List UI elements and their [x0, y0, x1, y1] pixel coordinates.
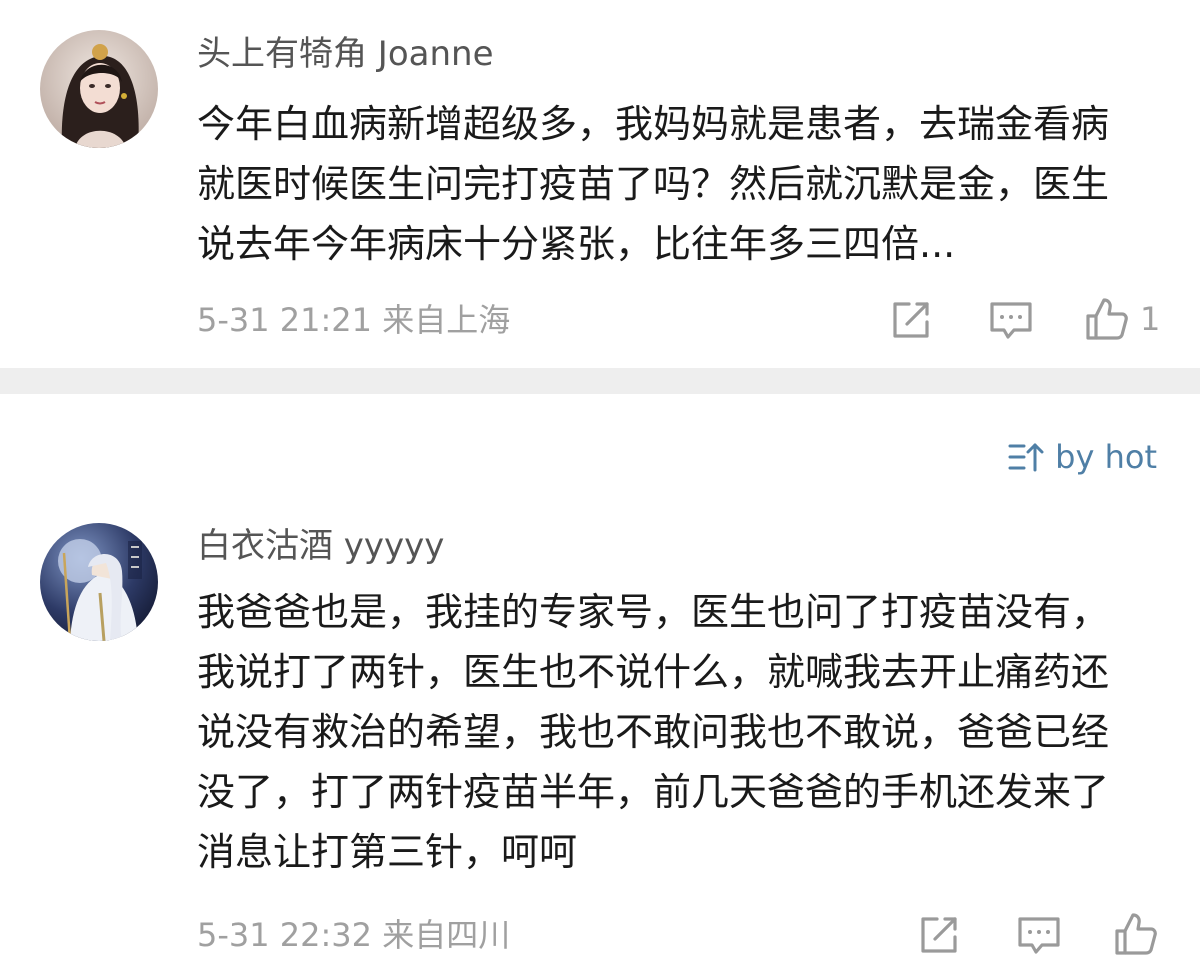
thumbs-up-icon [1084, 296, 1130, 342]
username[interactable]: 白衣沽酒 yyyyy [197, 524, 444, 568]
comment-text-line: 说去年今年病床十分紧张，比往年多三四倍... [197, 222, 956, 266]
location: 来自四川 [382, 916, 511, 954]
avatar[interactable] [40, 523, 158, 641]
thumbs-up-icon [1113, 911, 1159, 957]
like-button[interactable] [1113, 911, 1159, 957]
comment-meta: 5-31 22:32 来自四川 [197, 915, 510, 955]
comment-text-line: 说没有救治的希望，我也不敢问我也不敢说，爸爸已经 [197, 710, 1110, 754]
comment-text-line: 就医时候医生问完打疫苗了吗？然后就沉默是金，医生 [197, 162, 1110, 206]
comment-text: 我爸爸也是，我挂的专家号，医生也问了打疫苗没有， 我说打了两针，医生也不说什么，… [197, 582, 1167, 882]
sort-label: by hot [1055, 438, 1157, 476]
location: 来自上海 [382, 301, 511, 339]
share-icon [889, 298, 933, 342]
reply-button[interactable] [1016, 913, 1062, 957]
username[interactable]: 头上有犄角 Joanne [197, 32, 494, 76]
comment-item: 头上有犄角 Joanne 今年白血病新增超级多，我妈妈就是患者，去瑞金看病 就医… [0, 0, 1200, 368]
share-button[interactable] [889, 298, 933, 342]
comment-text: 今年白血病新增超级多，我妈妈就是患者，去瑞金看病 就医时候医生问完打疫苗了吗？然… [197, 94, 1167, 274]
timestamp: 5-31 21:21 [197, 301, 373, 339]
share-button[interactable] [917, 913, 961, 957]
comment-meta: 5-31 21:21 来自上海 [197, 300, 510, 340]
comment-text-line: 今年白血病新增超级多，我妈妈就是患者，去瑞金看病 [197, 102, 1110, 146]
comment-text-line: 消息让打第三针，呵呵 [197, 830, 578, 874]
comment-text-line: 没了，打了两针疫苗半年，前几天爸爸的手机还发来了 [197, 770, 1110, 814]
avatar[interactable] [40, 30, 158, 148]
comment-item: 白衣沽酒 yyyyy 我爸爸也是，我挂的专家号，医生也问了打疫苗没有， 我说打了… [0, 500, 1200, 979]
timestamp: 5-31 22:32 [197, 916, 373, 954]
comment-text-line: 我爸爸也是，我挂的专家号，医生也问了打疫苗没有， [197, 590, 1110, 634]
comment-icon [1016, 913, 1062, 957]
sort-button[interactable]: by hot [1007, 436, 1157, 478]
reply-button[interactable] [988, 298, 1034, 342]
comment-text-line: 我说打了两针，医生也不说什么，就喊我去开止痛药还 [197, 650, 1110, 694]
comment-icon [988, 298, 1034, 342]
section-divider [0, 368, 1200, 394]
like-button[interactable]: 1 [1084, 296, 1160, 342]
share-icon [917, 913, 961, 957]
like-count: 1 [1140, 300, 1161, 338]
sort-icon [1007, 440, 1055, 474]
